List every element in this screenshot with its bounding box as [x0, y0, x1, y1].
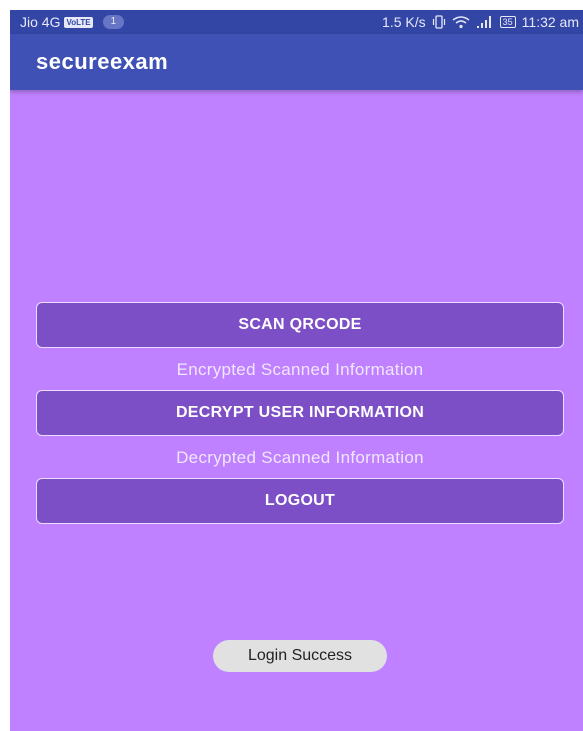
status-right: 1.5 K/s 35 11:32 am [382, 14, 579, 30]
status-bar: Jio 4G VoLTE 1 1.5 K/s 35 11:32 am [10, 10, 583, 34]
notification-count-badge: 1 [102, 15, 125, 29]
status-left: Jio 4G VoLTE 1 [20, 14, 125, 30]
battery-icon: 35 [499, 16, 516, 28]
net-speed-label: 1.5 K/s [382, 14, 426, 30]
signal-bars-icon [476, 15, 494, 29]
app-screen: Jio 4G VoLTE 1 1.5 K/s 35 11:32 am secur… [10, 10, 583, 731]
app-bar: secureexam [10, 34, 583, 90]
carrier-label: Jio 4G [20, 14, 61, 30]
app-title: secureexam [36, 49, 169, 74]
vibrate-icon [432, 15, 446, 29]
volte-badge: VoLTE [64, 16, 93, 28]
wifi-icon [452, 15, 470, 29]
decrypt-user-information-button[interactable]: DECRYPT USER INFORMATION [36, 390, 564, 436]
decrypted-info-text: Decrypted Scanned Information [176, 448, 424, 467]
logout-button[interactable]: LOGOUT [36, 478, 564, 524]
scan-qrcode-button[interactable]: SCAN QRCODE [36, 302, 564, 348]
clock-label: 11:32 am [521, 14, 579, 30]
encrypted-info-text: Encrypted Scanned Information [176, 360, 424, 379]
login-success-toast: Login Success [213, 640, 387, 672]
